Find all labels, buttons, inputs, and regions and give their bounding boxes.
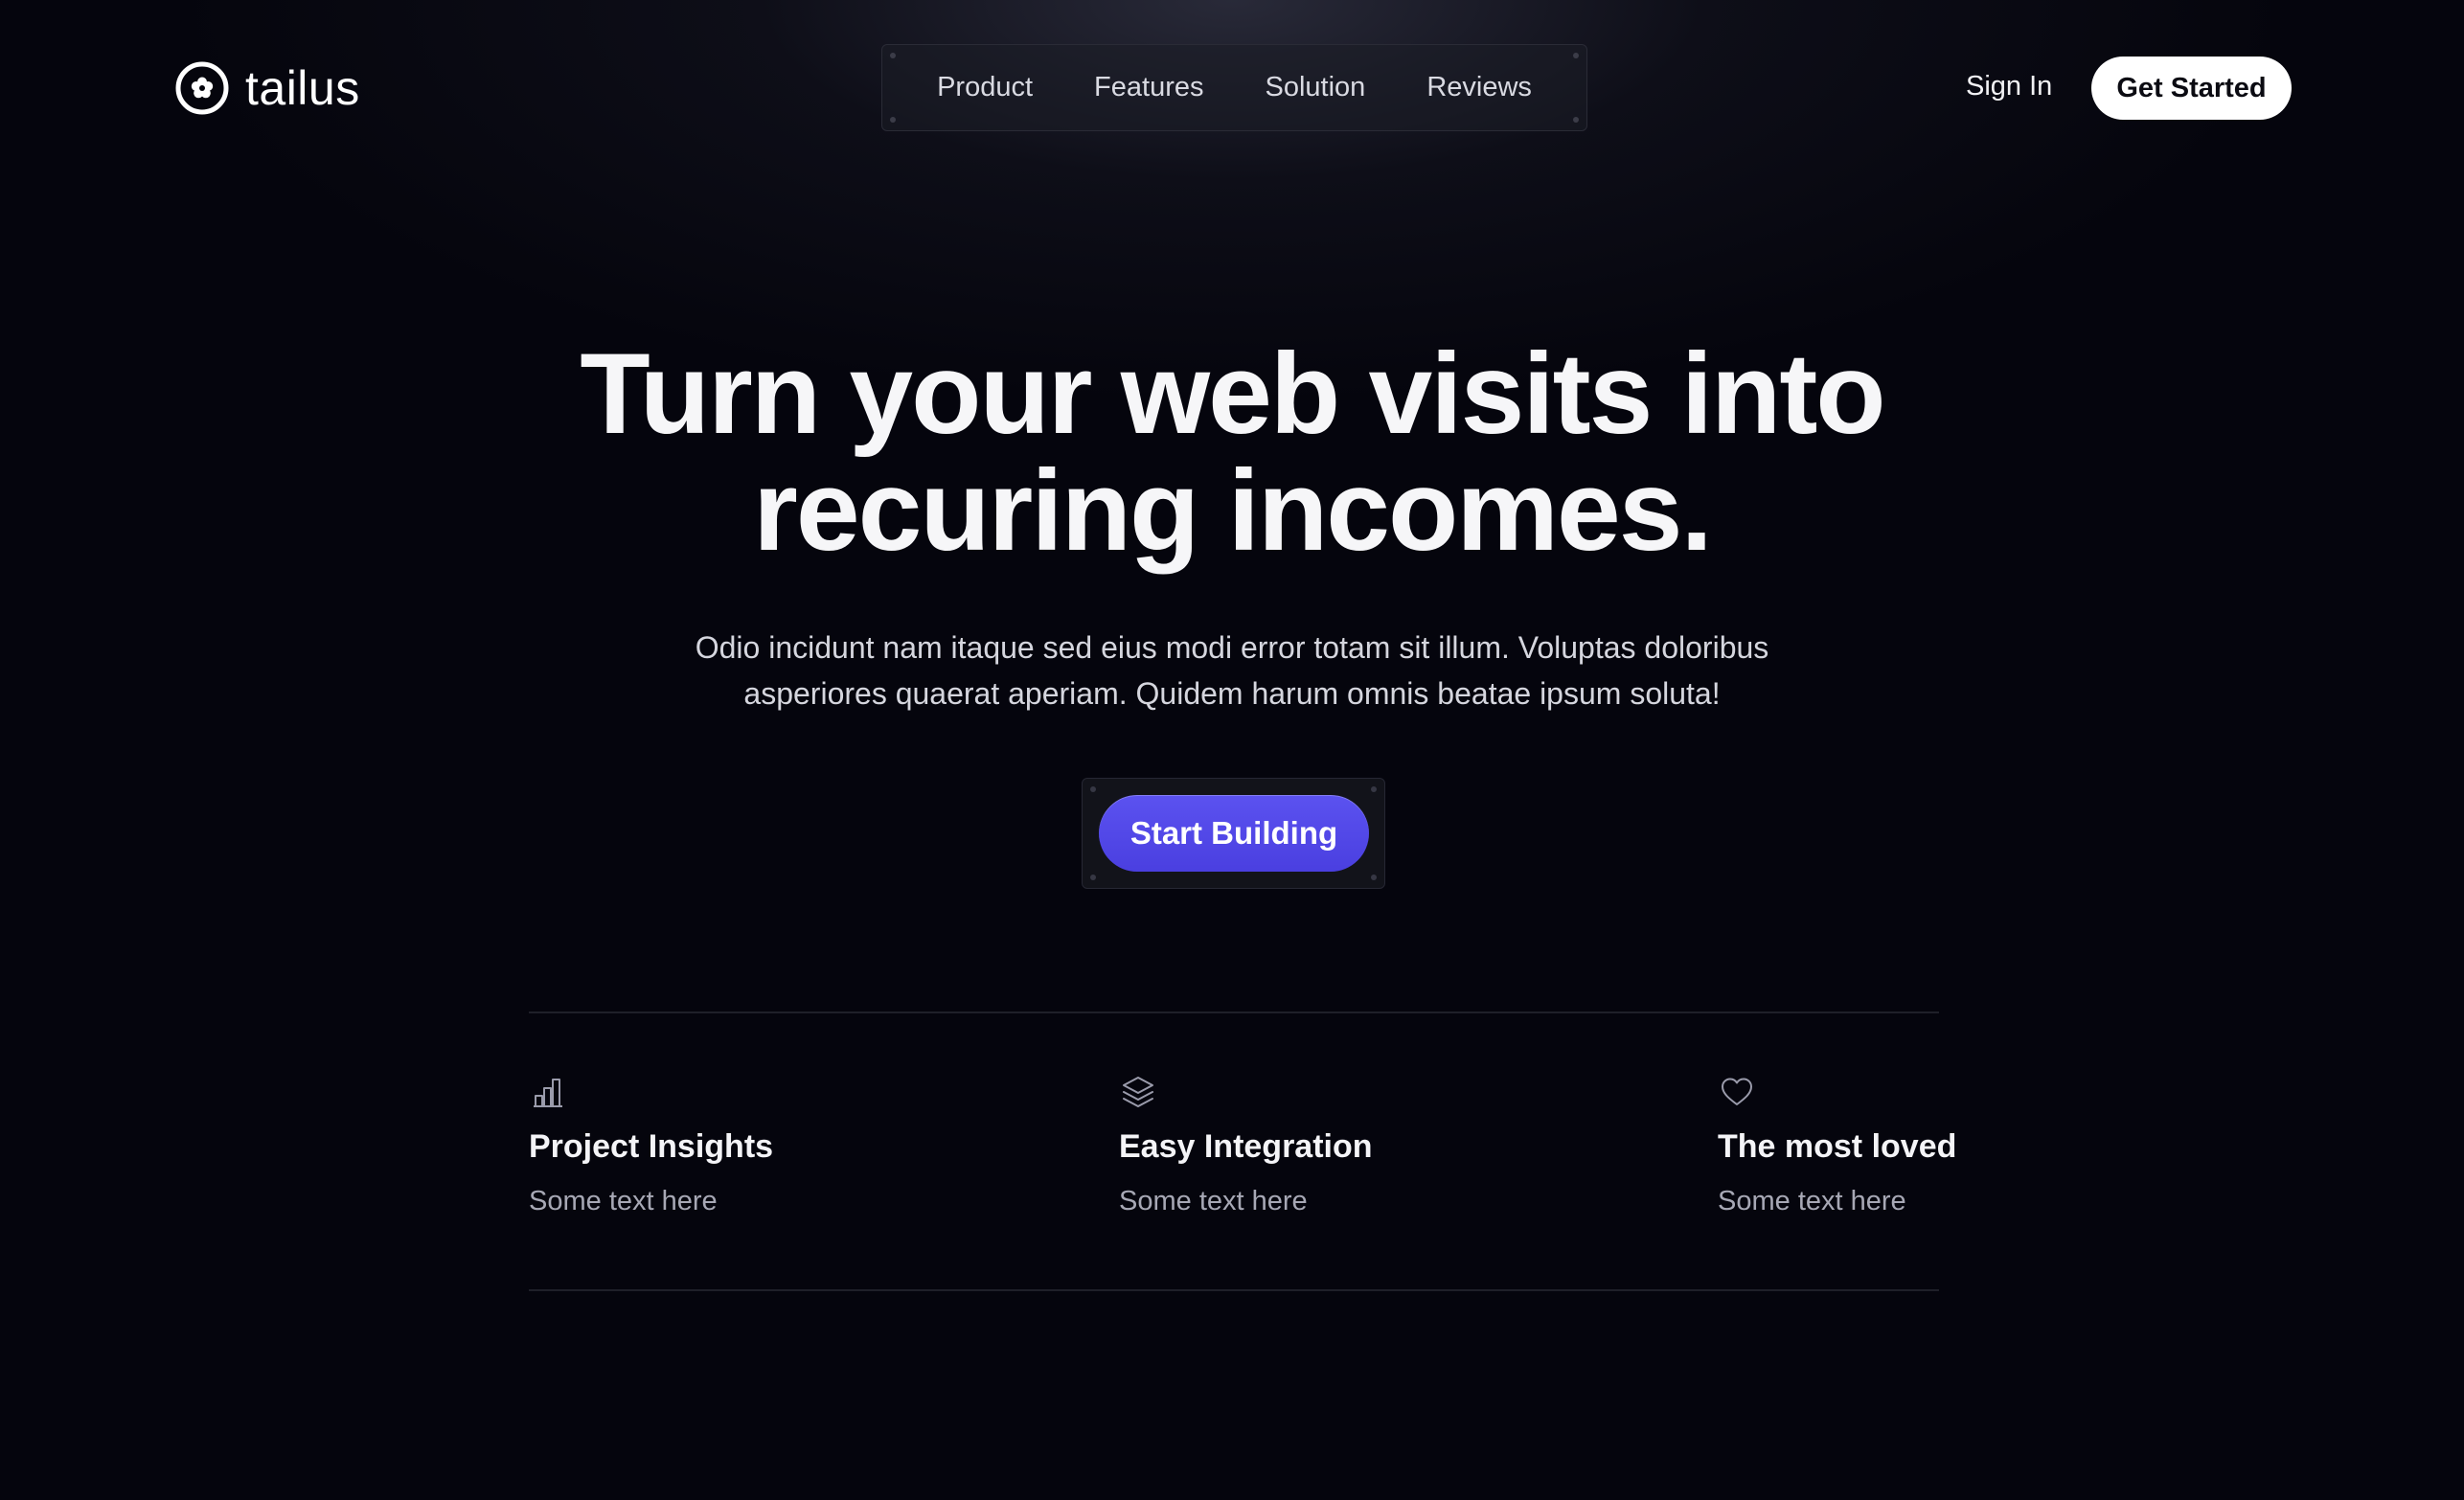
feature-title: Easy Integration [1119, 1128, 1373, 1165]
layers-icon [1123, 1077, 1153, 1107]
feature-text: Some text here [1718, 1186, 1906, 1216]
landing-page: tailus Product Features Solution Reviews… [0, 0, 2464, 1500]
get-started-button[interactable]: Get Started [2091, 57, 2292, 120]
start-building-button[interactable]: Start Building [1099, 795, 1369, 872]
nav-corner-dot [890, 53, 896, 58]
cta-corner-dot [1090, 875, 1096, 880]
feature-title: The most loved [1718, 1128, 1957, 1165]
brand-logo[interactable]: tailus [174, 59, 360, 117]
bar-chart-icon [534, 1079, 562, 1107]
hero-subtitle-line: Odio incidunt nam itaque sed eius modi e… [695, 630, 1769, 665]
hero-subtitle: Odio incidunt nam itaque sed eius modi e… [657, 625, 1807, 716]
section-divider-bottom [529, 1289, 1939, 1291]
main-nav: Product Features Solution Reviews [881, 44, 1587, 131]
feature-most-loved: The most loved Some text here [1718, 1075, 1956, 1216]
heart-icon [1722, 1078, 1752, 1105]
cta-corner-dot [1090, 786, 1096, 792]
brand-name: tailus [245, 61, 360, 115]
hero-subtitle-line: asperiores quaerat aperiam. Quidem harum… [743, 676, 1721, 711]
nav-corner-dot [1573, 117, 1579, 123]
cta-corner-dot [1371, 786, 1377, 792]
nav-corner-dot [890, 117, 896, 123]
hero-title: Turn your web visits into recuring incom… [0, 335, 2464, 569]
cta-corner-dot [1371, 875, 1377, 880]
feature-project-insights: Project Insights Some text here [529, 1075, 773, 1216]
nav-item-reviews[interactable]: Reviews [1426, 74, 1532, 102]
nav-item-features[interactable]: Features [1094, 74, 1203, 102]
feature-text: Some text here [529, 1186, 718, 1216]
cta-frame: Start Building [1082, 778, 1385, 889]
nav-corner-dot [1573, 53, 1579, 58]
nav-item-solution[interactable]: Solution [1266, 74, 1366, 102]
sign-in-link[interactable]: Sign In [1966, 73, 2052, 101]
feature-text: Some text here [1119, 1186, 1308, 1216]
flower-circle-icon [175, 61, 229, 115]
section-divider-top [529, 1011, 1939, 1013]
feature-easy-integration: Easy Integration Some text here [1119, 1075, 1373, 1216]
nav-item-product[interactable]: Product [937, 74, 1033, 102]
feature-title: Project Insights [529, 1128, 774, 1165]
hero-title-line: recuring incomes. [753, 446, 1713, 575]
hero-title-line: Turn your web visits into [580, 330, 1885, 458]
